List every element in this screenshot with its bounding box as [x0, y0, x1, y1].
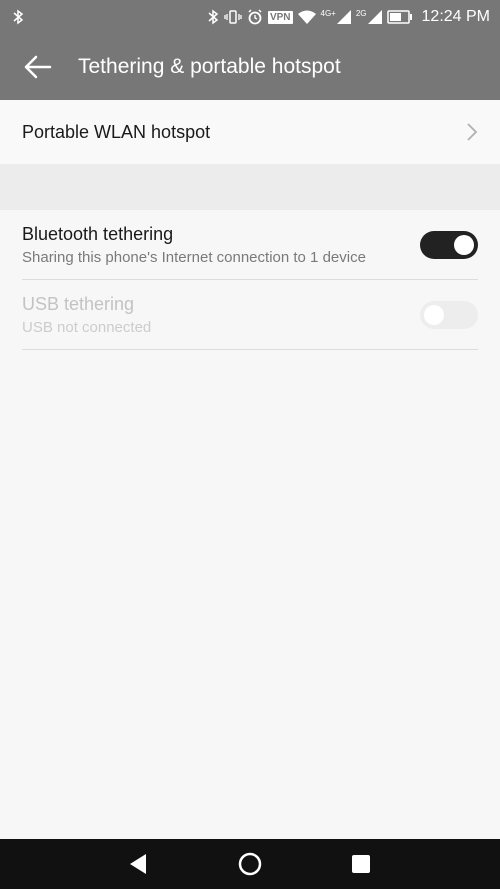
nav-recents-button[interactable] [331, 839, 391, 889]
vibrate-icon [224, 9, 242, 25]
usb-tethering-toggle [420, 301, 478, 329]
home-circle-icon [238, 852, 262, 876]
nav-back-button[interactable] [108, 839, 168, 889]
alarm-icon [247, 9, 263, 25]
hotspot-label: Portable WLAN hotspot [22, 121, 211, 142]
bluetooth-tethering-item[interactable]: Bluetooth tethering Sharing this phone's… [0, 210, 500, 280]
network-type-label: 2G [355, 9, 367, 18]
vpn-icon: VPN [267, 10, 293, 24]
chevron-right-icon [467, 123, 478, 141]
signal-strength-icon [367, 10, 382, 24]
toggle-knob [454, 235, 474, 255]
navigation-bar [0, 839, 500, 889]
back-button[interactable] [10, 34, 66, 100]
usb-tethering-summary: USB not connected [22, 319, 152, 336]
app-bar: Tethering & portable hotspot [0, 34, 500, 100]
page-title: Tethering & portable hotspot [78, 55, 341, 78]
bluetooth-tethering-summary: Sharing this phone's Internet connection… [22, 249, 366, 266]
toggle-knob [424, 305, 444, 325]
divider [22, 349, 478, 350]
battery-icon [386, 10, 413, 24]
bluetooth-notification-icon [12, 9, 24, 25]
status-bar: VPN 4G+ 2G 12:24 PM [0, 0, 500, 34]
bluetooth-icon [207, 9, 219, 25]
back-triangle-icon [130, 854, 146, 874]
back-arrow-icon [24, 55, 52, 79]
section-divider [0, 164, 500, 210]
network-type-label: 4G+ [320, 9, 336, 18]
signal-4g-indicator: 4G+ [321, 10, 351, 24]
bluetooth-tethering-toggle[interactable] [420, 231, 478, 259]
usb-tethering-item: USB tethering USB not connected [0, 280, 500, 350]
wifi-icon [297, 10, 316, 24]
usb-tethering-label: USB tethering [22, 294, 135, 314]
clock: 12:24 PM [421, 8, 490, 25]
nav-home-button[interactable] [220, 839, 280, 889]
portable-wlan-hotspot-item[interactable]: Portable WLAN hotspot [0, 100, 500, 164]
recents-square-icon [352, 855, 370, 873]
bluetooth-tethering-label: Bluetooth tethering [22, 224, 174, 244]
signal-strength-icon [336, 10, 351, 24]
signal-2g-indicator: 2G [356, 10, 382, 24]
